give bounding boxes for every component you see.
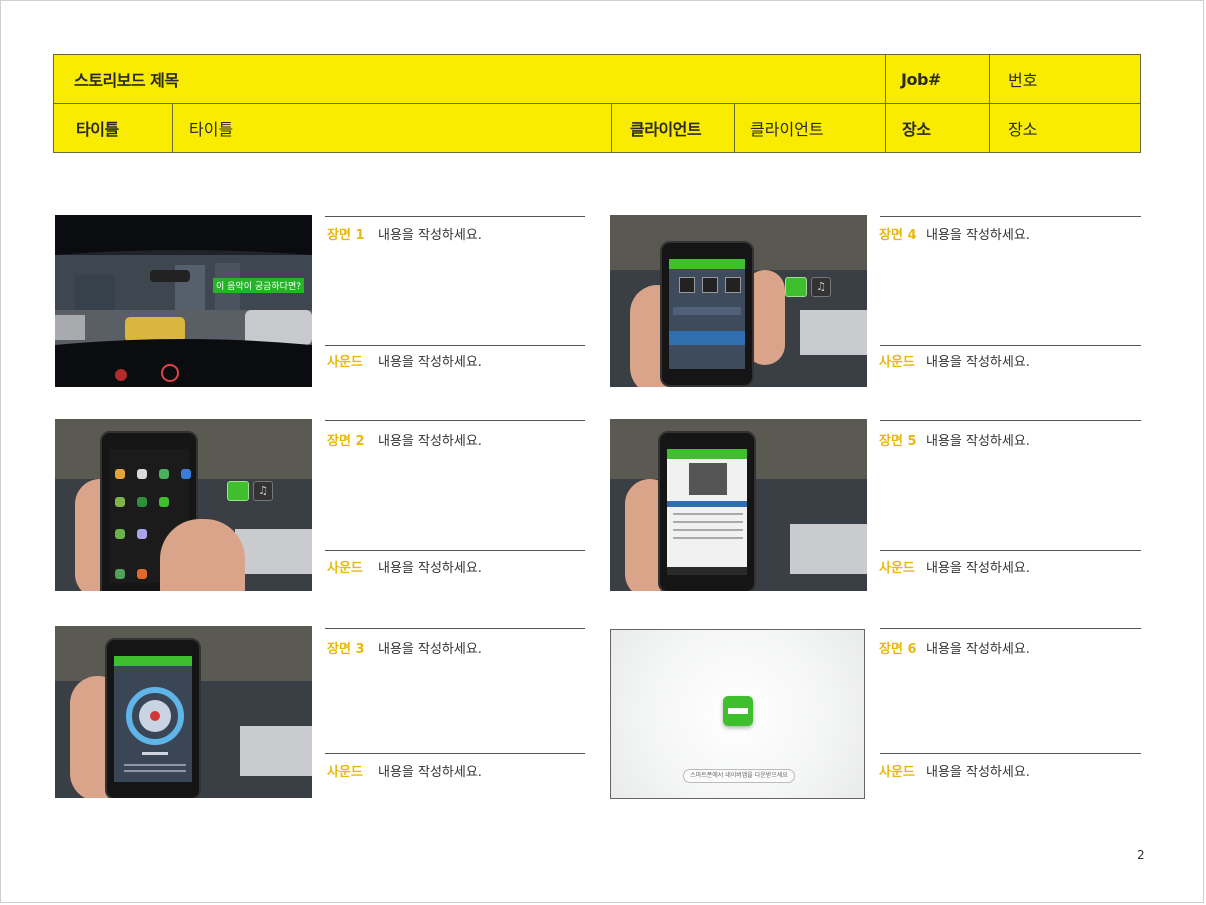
phone-screen — [114, 656, 192, 782]
sound-5-divider — [880, 550, 1141, 551]
sound-4-text: 내용을 작성하세요. — [926, 355, 1030, 370]
scene-3-label: 장면 3 — [327, 642, 365, 657]
finger — [160, 519, 245, 591]
scene-6-divider — [880, 628, 1141, 629]
sound-6-divider — [880, 753, 1141, 754]
scene-6-thumbnail: 스마트폰에서 네이버앱을 다운받으세요 — [610, 629, 865, 799]
title-label: 타이틀 — [76, 119, 119, 139]
sound-3-text: 내용을 작성하세요. — [378, 765, 482, 780]
page-number: 2 — [1137, 848, 1145, 862]
download-prompt-pill: 스마트폰에서 네이버앱을 다운받으세요 — [683, 769, 795, 783]
smartphone — [105, 638, 201, 798]
location-label: 장소 — [902, 119, 931, 139]
scene-3-thumbnail — [55, 626, 312, 798]
scene-1-label: 장면 1 — [327, 228, 365, 243]
header-divider — [611, 103, 612, 152]
scene-6-label: 장면 6 — [879, 642, 917, 657]
job-value: 번호 — [1008, 71, 1038, 90]
storyboard-header-table: 스토리보드 제목 Job# 번호 타이틀 타이틀 클라이언트 클라이언트 장소 … — [53, 54, 1141, 153]
sound-1-divider — [325, 345, 585, 346]
music-app-icon: ♫ — [253, 481, 273, 501]
storyboard-title-label: 스토리보드 제목 — [74, 71, 179, 90]
scene-1-text: 내용을 작성하세요. — [378, 228, 482, 243]
smartphone — [660, 241, 754, 387]
scene-3-text: 내용을 작성하세요. — [378, 642, 482, 657]
sound-6-label: 사운드 — [879, 765, 915, 780]
title-value: 타이틀 — [189, 119, 234, 139]
scene-4-divider — [880, 216, 1141, 217]
music-app-icon: ♫ — [811, 277, 831, 297]
location-value: 장소 — [1008, 119, 1038, 139]
sound-5-text: 내용을 작성하세요. — [926, 561, 1030, 576]
client-label: 클라이언트 — [630, 119, 702, 139]
record-button-icon — [124, 687, 186, 772]
scene-5-text: 내용을 작성하세요. — [926, 434, 1030, 449]
sound-6-text: 내용을 작성하세요. — [926, 765, 1030, 780]
scene-1-divider — [325, 216, 585, 217]
header-divider — [885, 55, 886, 152]
header-divider — [734, 103, 735, 152]
car-windshield-image — [55, 215, 312, 387]
smartphone — [658, 431, 756, 591]
sound-4-label: 사운드 — [879, 355, 915, 370]
naver-app-icon — [227, 481, 249, 501]
client-value: 클라이언트 — [750, 119, 824, 139]
scene-3-divider — [325, 628, 585, 629]
sound-1-text: 내용을 작성하세요. — [378, 355, 482, 370]
sound-4-divider — [880, 345, 1141, 346]
sound-2-divider — [325, 550, 585, 551]
scene-1-thumbnail: 이 음악이 궁금하다면? — [55, 215, 312, 387]
naver-app-icon — [785, 277, 807, 297]
scene-2-text: 내용을 작성하세요. — [378, 434, 482, 449]
scene-2-divider — [325, 420, 585, 421]
scene-4-label: 장면 4 — [879, 228, 917, 243]
scene-4-thumbnail: ♫ — [610, 215, 867, 387]
scene-2-thumbnail: ♫ — [55, 419, 312, 591]
scene-2-label: 장면 2 — [327, 434, 365, 449]
scene-5-thumbnail — [610, 419, 867, 591]
scene-4-text: 내용을 작성하세요. — [926, 228, 1030, 243]
job-label: Job# — [901, 69, 941, 89]
scene-5-divider — [880, 420, 1141, 421]
header-divider — [172, 103, 173, 152]
phone-screen — [669, 259, 745, 369]
scene-5-label: 장면 5 — [879, 434, 917, 449]
sound-1-label: 사운드 — [327, 355, 363, 370]
sound-2-text: 내용을 작성하세요. — [378, 561, 482, 576]
sound-3-divider — [325, 753, 585, 754]
naver-app-icon — [723, 696, 753, 726]
scene-6-text: 내용을 작성하세요. — [926, 642, 1030, 657]
sound-3-label: 사운드 — [327, 765, 363, 780]
sound-5-label: 사운드 — [879, 561, 915, 576]
phone-screen — [667, 449, 747, 575]
album-art — [689, 463, 727, 495]
header-divider — [989, 55, 990, 152]
sound-2-label: 사운드 — [327, 561, 363, 576]
scene-overlay-caption: 이 음악이 궁금하다면? — [213, 278, 305, 293]
